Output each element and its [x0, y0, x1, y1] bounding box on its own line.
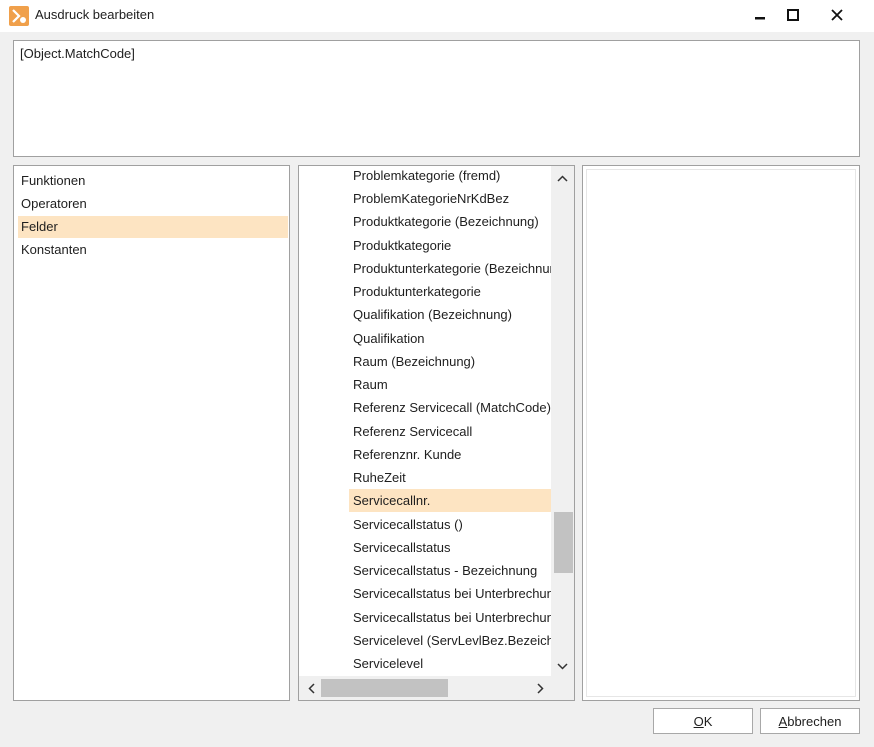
field-item[interactable]: RuheZeit [349, 466, 551, 489]
field-item[interactable]: Qualifikation [349, 327, 551, 350]
expression-textarea[interactable]: [Object.MatchCode] [13, 40, 860, 157]
category-label: Funktionen [21, 173, 86, 188]
chevron-up-icon [557, 174, 568, 182]
ok-button[interactable]: OK [653, 708, 753, 734]
category-label: Felder [21, 219, 58, 234]
field-item[interactable]: Produktkategorie (Bezeichnung) [349, 210, 551, 233]
cancel-label-rest: bbrechen [787, 713, 842, 729]
field-item[interactable]: Raum [349, 373, 551, 396]
field-item[interactable]: Servicelevel [349, 652, 551, 675]
ok-label-rest: K [703, 713, 713, 729]
category-label: Konstanten [21, 242, 87, 257]
field-item[interactable]: Servicecallstatus - Bezeichnung [349, 559, 551, 582]
title-bar: Ausdruck bearbeiten [0, 0, 874, 32]
field-item[interactable]: Servicecallstatus bei Unterbrechung [349, 606, 551, 629]
description-area [586, 169, 856, 697]
field-item[interactable]: Produktkategorie [349, 234, 551, 257]
field-list[interactable]: Problemkategorie (fremd) ProblemKategori… [299, 166, 551, 676]
category-item-konstanten[interactable]: Konstanten [18, 239, 288, 261]
category-item-felder[interactable]: Felder [18, 216, 288, 238]
scroll-up-button[interactable] [551, 168, 574, 188]
field-item[interactable]: Servicecallstatus () [349, 513, 551, 536]
category-list[interactable]: Funktionen Operatoren Felder Konstanten [13, 165, 290, 701]
field-list-panel: Problemkategorie (fremd) ProblemKategori… [298, 165, 575, 701]
horizontal-scrollbar[interactable] [299, 676, 551, 700]
vertical-scroll-thumb[interactable] [554, 512, 573, 573]
field-item[interactable]: Referenz Servicecall (MatchCode) [349, 396, 551, 419]
category-item-funktionen[interactable]: Funktionen [18, 170, 288, 192]
field-item[interactable]: Produktunterkategorie (Bezeichnung) [349, 257, 551, 280]
field-item[interactable]: Raum (Bezeichnung) [349, 350, 551, 373]
chevron-right-icon [536, 682, 544, 694]
horizontal-scroll-thumb[interactable] [321, 679, 448, 697]
scroll-left-button[interactable] [301, 676, 321, 700]
window-title: Ausdruck bearbeiten [35, 7, 155, 22]
scroll-down-button[interactable] [551, 656, 574, 676]
cancel-button[interactable]: Abbrechen [760, 708, 860, 734]
scroll-corner [551, 676, 574, 700]
field-item[interactable]: Servicelevel (ServLevlBez.Bezeichnung) [349, 629, 551, 652]
minimize-icon [755, 17, 765, 20]
field-item[interactable]: Qualifikation (Bezeichnung) [349, 303, 551, 326]
vertical-scrollbar[interactable] [551, 166, 574, 676]
close-icon [831, 9, 843, 21]
expression-editor-icon [9, 6, 29, 26]
chevron-left-icon [307, 682, 315, 694]
close-button[interactable] [817, 0, 857, 30]
field-item[interactable]: Produktunterkategorie [349, 280, 551, 303]
scroll-right-button[interactable] [530, 676, 550, 700]
category-label: Operatoren [21, 196, 87, 211]
cancel-mnemonic: A [778, 713, 788, 729]
chevron-down-icon [557, 662, 568, 670]
maximize-button[interactable] [773, 0, 813, 30]
field-item[interactable]: Servicecallstatus bei Unterbrechung [349, 582, 551, 605]
description-panel [582, 165, 860, 701]
maximize-icon [787, 9, 799, 21]
ok-mnemonic: O [693, 713, 704, 729]
field-item[interactable]: Servicecallstatus [349, 536, 551, 559]
expression-text: [Object.MatchCode] [20, 46, 135, 61]
field-item[interactable]: Referenz Servicecall [349, 420, 551, 443]
field-item[interactable]: Problemkategorie (fremd) [349, 166, 551, 187]
field-item-selected[interactable]: Servicecallnr. [349, 489, 551, 512]
field-item[interactable]: ProblemKategorieNrKdBez [349, 187, 551, 210]
field-item[interactable]: Referenznr. Kunde [349, 443, 551, 466]
category-item-operatoren[interactable]: Operatoren [18, 193, 288, 215]
